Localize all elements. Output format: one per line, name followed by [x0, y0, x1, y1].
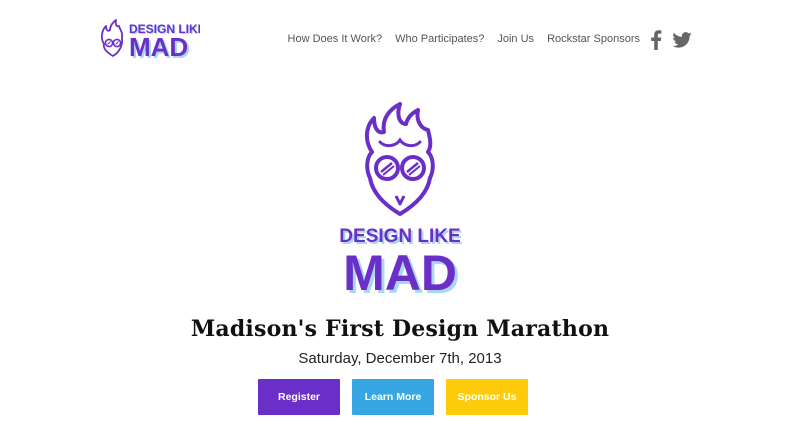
- cta-buttons: Register Learn More Sponsor Us: [258, 379, 528, 415]
- svg-text:MAD: MAD: [343, 245, 457, 301]
- mascot-logo-icon: DESIGN LIKE DESIGN LIKE MAD MAD: [339, 102, 463, 304]
- nav-rockstar-sponsors[interactable]: Rockstar Sponsors: [547, 33, 640, 45]
- nav-join-us[interactable]: Join Us: [497, 33, 534, 45]
- hero-logo: DESIGN LIKE DESIGN LIKE MAD MAD: [336, 102, 464, 304]
- svg-text:MAD: MAD: [129, 32, 188, 62]
- facebook-icon[interactable]: [650, 30, 662, 55]
- site-header: DESIGN LIKE DESIGN LIKE MAD MAD How Does…: [0, 0, 800, 80]
- register-button[interactable]: Register: [258, 379, 340, 415]
- svg-text:DESIGN LIKE: DESIGN LIKE: [339, 226, 460, 247]
- main-nav: How Does It Work? Who Participates? Join…: [288, 33, 640, 45]
- page: DESIGN LIKE DESIGN LIKE MAD MAD How Does…: [0, 0, 800, 429]
- brand-logo-link[interactable]: DESIGN LIKE DESIGN LIKE MAD MAD: [96, 16, 200, 64]
- nav-who-participates[interactable]: Who Participates?: [395, 33, 484, 45]
- event-date: Saturday, December 7th, 2013: [298, 350, 502, 367]
- brand-logo: DESIGN LIKE DESIGN LIKE MAD MAD: [100, 19, 200, 64]
- mascot-icon: [100, 19, 124, 57]
- sponsor-us-button[interactable]: Sponsor Us: [446, 379, 528, 415]
- nav-how-does-it-work[interactable]: How Does It Work?: [288, 33, 383, 45]
- page-title: Madison's First Design Marathon: [190, 316, 610, 342]
- social-links: [650, 30, 692, 55]
- twitter-icon[interactable]: [672, 32, 692, 53]
- learn-more-button[interactable]: Learn More: [352, 379, 434, 415]
